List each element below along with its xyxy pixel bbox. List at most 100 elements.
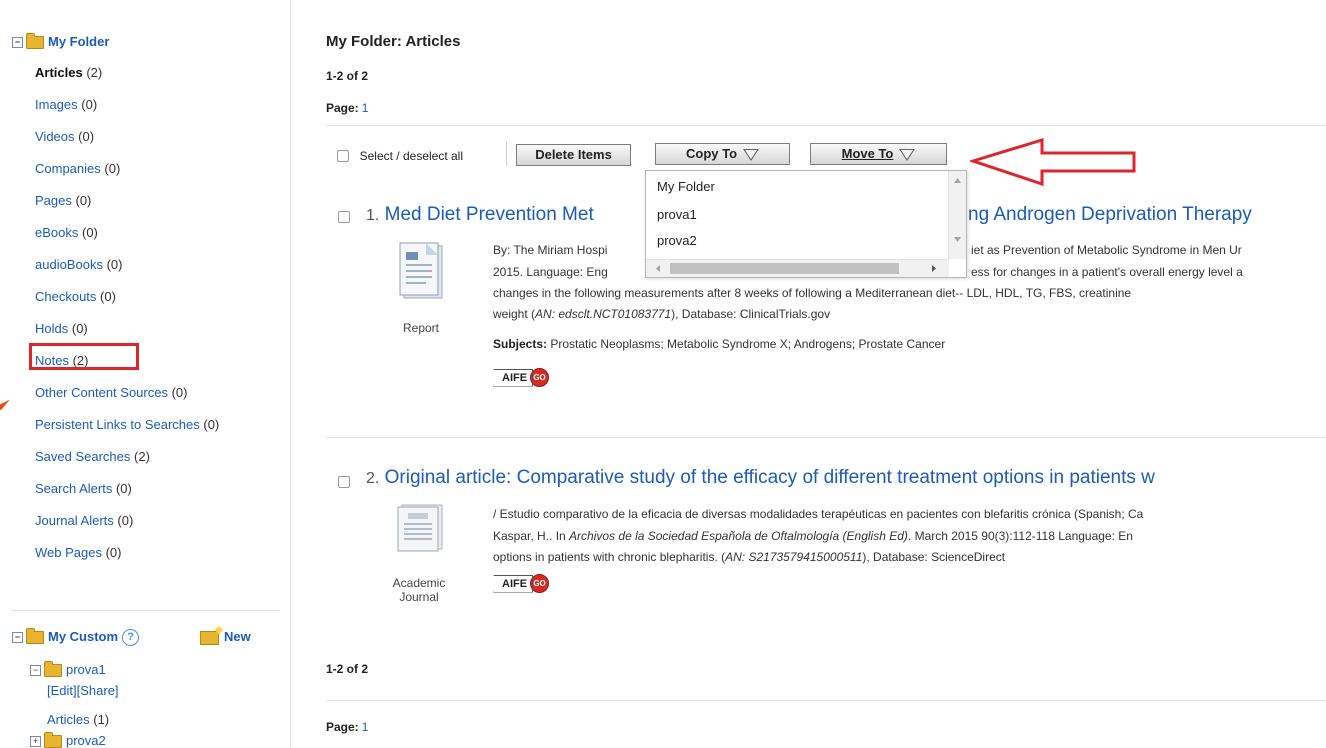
move-to-dropdown[interactable]: My Folder prova1 prova2 (645, 170, 967, 278)
sidebar-item-count: (0) (82, 225, 98, 240)
result-checkbox[interactable] (338, 473, 350, 488)
text: weight ( (493, 307, 536, 321)
custom-folder-prova1[interactable]: − prova1 (30, 661, 106, 678)
sidebar-item-label: Videos (35, 129, 75, 144)
edit-link[interactable]: [Edit] (47, 683, 77, 698)
select-all-label: Select / deselect all (359, 148, 464, 163)
page-title: My Folder: Articles (326, 33, 461, 50)
aife-link[interactable]: AIFE GO (493, 368, 550, 387)
copy-to-button[interactable]: Copy To (655, 143, 790, 165)
results-range: 1-2 of 2 (326, 662, 369, 676)
new-folder-label: New (224, 629, 251, 644)
report-icon[interactable] (398, 242, 446, 300)
sidebar-item-label: Persistent Links to Searches (35, 417, 200, 432)
sidebar-item-other-content-sources[interactable]: Other Content Sources (0) (35, 385, 187, 400)
new-folder-icon (200, 630, 219, 645)
sidebar-item-count: (0) (117, 513, 134, 528)
result-checkbox[interactable] (338, 208, 350, 223)
dropdown-vertical-scrollbar[interactable] (948, 171, 966, 259)
sidebar-item-checkouts[interactable]: Checkouts (0) (35, 289, 116, 304)
sidebar-item-images[interactable]: Images (0) (35, 97, 97, 112)
sidebar-item-persistent-links[interactable]: Persistent Links to Searches (0) (35, 417, 219, 432)
collapse-icon[interactable]: − (12, 632, 23, 644)
my-custom-header[interactable]: − My Custom? (12, 628, 140, 647)
page-label: Page: (326, 720, 359, 734)
dropdown-option-prova2[interactable]: prova2 (657, 233, 697, 248)
page-number[interactable]: 1 (362, 720, 369, 734)
dropdown-horizontal-scrollbar[interactable] (646, 259, 949, 277)
result-title-end[interactable]: ng Androgen Deprivation Therapy (968, 204, 1252, 226)
collapse-icon[interactable]: − (12, 37, 23, 49)
result-number: 2. (366, 470, 380, 487)
sidebar-item-label: Images (35, 97, 78, 112)
delete-items-button[interactable]: Delete Items (516, 144, 631, 166)
sidebar-item-web-pages[interactable]: Web Pages (0) (35, 545, 121, 560)
result-language: 2015. Language: Eng (493, 265, 608, 279)
help-icon[interactable]: ? (122, 629, 140, 647)
sidebar-item-ebooks[interactable]: eBooks (0) (35, 225, 98, 240)
database: ), Database: ClinicalTrials.gov (671, 307, 831, 321)
expand-icon[interactable]: + (30, 736, 41, 748)
author: Kaspar, H.. In (493, 529, 570, 543)
sidebar-item-label: Articles (35, 65, 83, 80)
sidebar-item-count: (0) (106, 257, 123, 272)
dropdown-option-my-folder[interactable]: My Folder (657, 179, 715, 194)
sidebar-item-label: Search Alerts (35, 481, 113, 496)
orange-arrow-pointer (0, 395, 10, 411)
accession-number: edsclt.NCT01083771 (555, 307, 672, 321)
result-title[interactable]: 1. Med Diet Prevention Met (366, 204, 594, 226)
sidebar-item-count: (1) (93, 712, 110, 727)
result-subtitle: / Estudio comparativo de la eficacia de … (493, 507, 1144, 521)
result-title-text[interactable]: Med Diet Prevention Met (385, 204, 594, 225)
sidebar-item-count: (0) (203, 417, 220, 432)
select-all-control[interactable]: Select / deselect all (337, 147, 463, 163)
scrollbar-thumb[interactable] (670, 263, 899, 274)
move-to-button[interactable]: Move To (810, 143, 947, 165)
dropdown-option-prova1[interactable]: prova1 (657, 207, 697, 222)
divider (326, 700, 1326, 701)
sidebar-item-pages[interactable]: Pages (0) (35, 193, 91, 208)
my-folder-header[interactable]: − My Folder (12, 33, 109, 50)
sidebar-item-count: (2) (86, 65, 103, 80)
result-title[interactable]: 2. Original article: Comparative study o… (366, 467, 1155, 489)
result-title-text[interactable]: Original article: Comparative study of t… (385, 467, 1155, 488)
academic-journal-icon[interactable] (394, 503, 446, 553)
database: ), Database: ScienceDirect (862, 550, 1006, 564)
my-custom-label[interactable]: My Custom (48, 629, 118, 644)
sidebar-item-label: Other Content Sources (35, 385, 168, 400)
sidebar-item-label: Journal Alerts (35, 513, 114, 528)
dropdown-arrow-icon (743, 148, 760, 161)
sidebar-item-count: (0) (104, 161, 121, 176)
select-all-checkbox[interactable] (337, 149, 349, 162)
sidebar-item-audiobooks[interactable]: audioBooks (0) (35, 257, 122, 272)
folder-icon (44, 732, 62, 748)
page-number[interactable]: 1 (362, 101, 369, 115)
share-link[interactable]: [Share] (77, 683, 119, 698)
results-range: 1-2 of 2 (326, 69, 369, 83)
sidebar-item-articles[interactable]: Articles (2) (35, 65, 102, 80)
my-folder-label[interactable]: My Folder (48, 34, 109, 49)
publication-type: Report (402, 321, 440, 335)
custom-folder-prova2[interactable]: + prova2 (30, 732, 106, 748)
divider (326, 437, 1326, 438)
folder-name: prova2 (66, 733, 106, 748)
new-folder-button[interactable]: New (200, 629, 251, 645)
subjects: Prostatic Neoplasms; Metabolic Syndrome … (547, 337, 946, 351)
sidebar-item-search-alerts[interactable]: Search Alerts (0) (35, 481, 132, 496)
result-accession: weight (AN: edsclt.NCT01083771), Databas… (493, 305, 830, 324)
custom-folder-articles[interactable]: Articles (1) (47, 712, 109, 727)
sidebar-item-companies[interactable]: Companies (0) (35, 161, 120, 176)
sidebar-item-videos[interactable]: Videos (0) (35, 129, 94, 144)
sidebar-item-count: (0) (171, 385, 188, 400)
collapse-icon[interactable]: − (30, 665, 41, 677)
sidebar-item-saved-searches[interactable]: Saved Searches (2) (35, 449, 150, 464)
sidebar-item-count: (0) (78, 129, 95, 144)
aife-link[interactable]: AIFE GO (493, 574, 550, 593)
sidebar-item-holds[interactable]: Holds (0) (35, 321, 88, 336)
sidebar-item-count: (0) (115, 481, 132, 496)
dropdown-arrow-icon (899, 148, 916, 161)
sidebar-item-label: Web Pages (35, 545, 102, 560)
type-line: Journal (399, 590, 439, 604)
sidebar-item-journal-alerts[interactable]: Journal Alerts (0) (35, 513, 133, 528)
result-source: Kaspar, H.. In Archivos de la Sociedad E… (493, 527, 1133, 546)
